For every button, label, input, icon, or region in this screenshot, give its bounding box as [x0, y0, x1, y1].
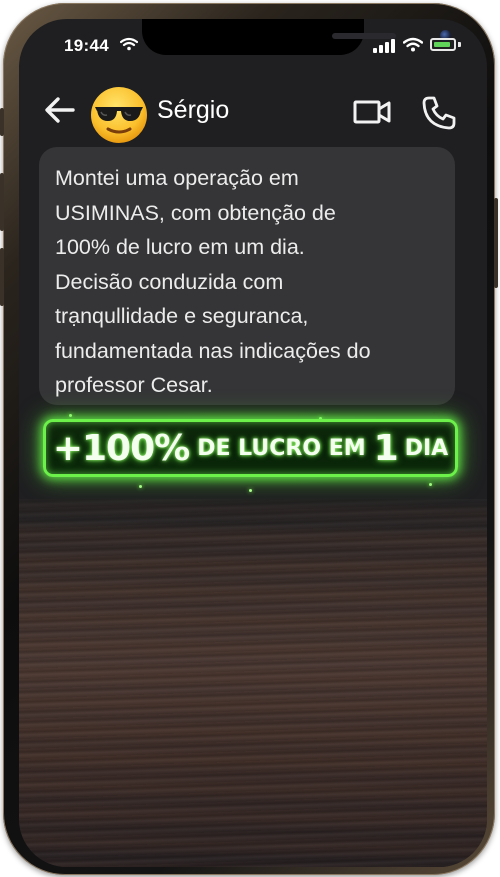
power-button [494, 198, 498, 288]
battery-icon [430, 38, 456, 51]
phone-icon[interactable] [421, 95, 457, 131]
wood-background [19, 499, 487, 867]
volume-down-button [0, 248, 4, 306]
sparkle [429, 483, 432, 486]
phone-screen: 19:44 Sérgio Montei uma operação em USIM… [19, 19, 487, 867]
video-camera-icon[interactable] [353, 97, 391, 127]
volume-up-button [0, 173, 4, 231]
notch [142, 19, 451, 55]
sparkle [69, 414, 72, 417]
phone-frame: 19:44 Sérgio Montei uma operação em USIM… [0, 3, 498, 875]
banner-percent: +100% [52, 427, 190, 469]
message-bubble: Montei uma operação em USIMINAS, com obt… [39, 147, 455, 405]
chat-header: Sérgio [19, 65, 487, 143]
cellular-signal-icon [373, 39, 395, 53]
wifi-status-icon [403, 37, 423, 52]
profit-banner: +100% DE LUCRO EM 1 DIA [43, 419, 458, 477]
status-time: 19:44 [64, 36, 109, 55]
wifi-icon [120, 37, 138, 51]
banner-day-text: DIA [404, 435, 449, 461]
banner-middle-text: DE LUCRO EM [197, 435, 366, 461]
sunglasses-emoji-icon[interactable] [89, 85, 149, 145]
sparkle [139, 485, 142, 488]
arrow-left-icon[interactable] [43, 93, 77, 127]
battery-level [434, 42, 450, 47]
banner-number: 1 [373, 427, 399, 469]
side-button [0, 108, 4, 136]
sparkle [249, 489, 252, 492]
status-bar: 19:44 [19, 19, 487, 65]
battery-tip [458, 42, 461, 47]
message-text: Montei uma operação em USIMINAS, com obt… [55, 166, 371, 397]
contact-name[interactable]: Sérgio [157, 96, 229, 125]
